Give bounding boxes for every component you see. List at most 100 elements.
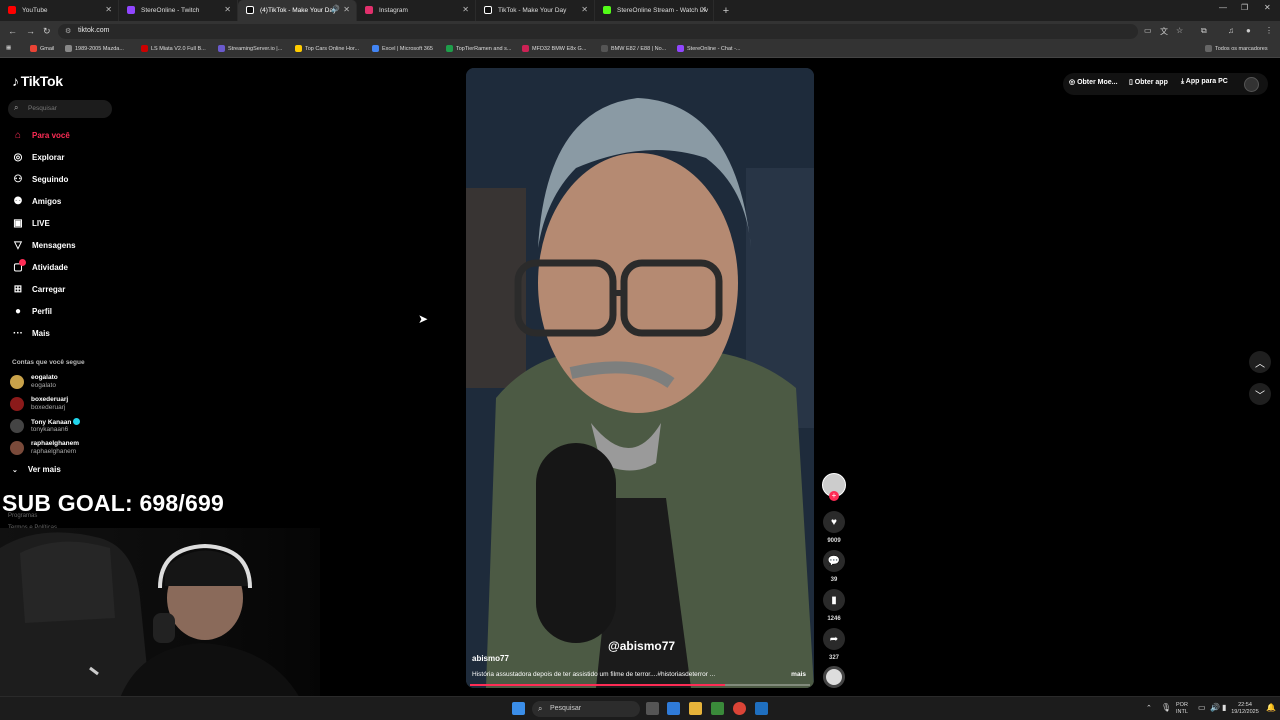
like-button[interactable]: ♥ 9009 <box>822 511 846 544</box>
next-video-button[interactable]: ﹀ <box>1249 383 1271 405</box>
forward-icon[interactable]: → <box>26 26 35 36</box>
get-app-button[interactable]: ▯ Obter app <box>1129 78 1168 86</box>
volume-icon[interactable]: 🔊 <box>1210 704 1220 712</box>
notifications-icon[interactable]: 🔔 <box>1266 704 1276 712</box>
nav-item-for-you[interactable]: ⌂ Para você <box>10 127 70 143</box>
see-more-label: Ver mais <box>27 465 61 474</box>
previous-video-button[interactable]: ︿ <box>1249 351 1271 373</box>
menu-icon[interactable]: ⋮ <box>1265 26 1273 35</box>
close-tab-icon[interactable]: ✕ <box>462 5 469 14</box>
site-info-icon[interactable]: ⚙ <box>65 27 71 35</box>
nav-item-following[interactable]: ⚇ Seguindo <box>10 171 69 187</box>
tab-twitch[interactable]: StereOnline - Twitch ✕ <box>119 0 238 21</box>
account-name: Tony Kanaan <box>31 419 72 426</box>
restore-icon[interactable]: ❐ <box>1241 3 1248 12</box>
reload-icon[interactable]: ↻ <box>43 26 51 37</box>
get-coins-button[interactable]: ◎ Obter Moe... <box>1069 78 1118 86</box>
tray-chevron-icon[interactable]: ⌃ <box>1146 705 1152 712</box>
back-icon[interactable]: ← <box>8 26 17 36</box>
video-author[interactable]: abismo77 <box>472 654 509 663</box>
microphone-icon[interactable]: 🎙 <box>1161 704 1171 712</box>
notepad-icon[interactable] <box>755 702 768 715</box>
pc-app-label: App para PC <box>1185 78 1228 85</box>
close-window-icon[interactable]: ✕ <box>1264 3 1271 12</box>
taskbar-search[interactable]: ⌕ Pesquisar <box>532 701 640 717</box>
bookmark-topcars[interactable]: Top Cars Online Hor... <box>295 45 359 52</box>
user-avatar[interactable] <box>1244 77 1259 92</box>
nav-item-more[interactable]: ··· Mais <box>10 325 50 341</box>
bookmark-bmw[interactable]: BMW E82 / E88 | No... <box>601 45 666 52</box>
nav-item-upload[interactable]: ⊞ Carregar <box>10 281 66 297</box>
bookmark-ramen[interactable]: TopTierRamen and s... <box>446 45 511 52</box>
file-explorer-icon[interactable] <box>689 702 702 715</box>
tab-youtube[interactable]: YouTube ✕ <box>0 0 119 21</box>
close-tab-icon[interactable]: ✕ <box>343 5 350 14</box>
followed-account[interactable]: eogalato eogalato <box>10 372 130 392</box>
language-indicator[interactable]: POR INTL <box>1176 702 1188 716</box>
nav-item-explore[interactable]: ◎ Explorar <box>10 149 65 165</box>
caption-more-button[interactable]: mais <box>791 671 806 678</box>
notification-badge <box>19 259 26 266</box>
followed-account[interactable]: Tony Kanaan tonykanaan6 <box>10 416 130 436</box>
tiktok-logo[interactable]: ♪ TikTok <box>12 73 63 89</box>
bookmark-miata[interactable]: LS Miata V2.0 Full B... <box>141 45 206 52</box>
all-bookmarks[interactable]: Todos os marcadores <box>1205 45 1268 52</box>
bookmark-label: BMW E82 / E88 | No... <box>611 45 667 52</box>
profile-icon[interactable]: ● <box>1246 26 1251 35</box>
bookmark-streaming[interactable]: StreamingServer.io |... <box>218 45 282 52</box>
pc-app-button[interactable]: ⤓ App para PC <box>1181 78 1228 86</box>
nav-item-messages[interactable]: ▽ Mensagens <box>10 237 76 253</box>
follow-plus-icon[interactable]: + <box>829 491 839 501</box>
close-tab-icon[interactable]: ✕ <box>700 5 707 14</box>
tab-instagram[interactable]: Instagram ✕ <box>357 0 476 21</box>
close-tab-icon[interactable]: ✕ <box>581 5 588 14</box>
url-field[interactable]: ⚙ tiktok.com <box>58 24 1138 39</box>
windows-start-icon[interactable] <box>512 702 525 715</box>
chevron-down-icon: ﹀ <box>1255 390 1265 402</box>
extensions-icon[interactable]: ⧉ <box>1201 26 1207 36</box>
apps-icon[interactable]: ▦ <box>6 45 11 51</box>
music-disc-icon[interactable] <box>823 666 845 688</box>
star-icon[interactable]: ☆ <box>1176 26 1183 35</box>
video-player[interactable]: @abismo77 abismo77 História assustadora … <box>466 68 814 688</box>
see-more-button[interactable]: ⌄ Ver mais <box>12 465 61 474</box>
media-icon[interactable]: ♫ <box>1228 26 1234 35</box>
nav-item-friends[interactable]: ⚉ Amigos <box>10 193 62 209</box>
network-icon[interactable]: ▭ <box>1198 704 1206 712</box>
task-view-icon[interactable] <box>646 702 659 715</box>
followed-account[interactable]: raphaelghanem raphaelghanem <box>10 438 130 458</box>
store-icon[interactable] <box>711 702 724 715</box>
tab-kick[interactable]: StereOnline Stream - Watch Liv ✕ <box>595 0 714 21</box>
new-tab-button[interactable]: + <box>718 5 734 17</box>
clock[interactable]: 22:54 19/12/2025 <box>1228 702 1262 716</box>
share-button[interactable]: ➦ 327 <box>822 628 846 661</box>
bookmark-gmail[interactable]: Gmail <box>30 45 54 52</box>
nav-label: Mensagens <box>32 240 76 250</box>
lang-top: POR <box>1176 702 1188 708</box>
comment-button[interactable]: 💬 39 <box>822 550 846 583</box>
tab-tiktok[interactable]: TikTok - Make Your Day ✕ <box>476 0 595 21</box>
bookmark-mfd32[interactable]: MFD32 BMW E8x G... <box>522 45 586 52</box>
speaker-icon[interactable]: 🔊 <box>331 5 340 13</box>
account-name: eogalato <box>31 374 58 381</box>
save-button[interactable]: ▮ 1246 <box>822 589 846 622</box>
friends-icon: ⚉ <box>13 195 23 207</box>
bookmark-excel[interactable]: Excel | Microsoft 365 <box>372 45 433 52</box>
search-input[interactable]: ⌕ Pesquisar <box>8 100 112 118</box>
chrome-icon[interactable] <box>733 702 746 715</box>
copilot-icon[interactable] <box>667 702 680 715</box>
translate-icon[interactable]: 文 <box>1160 26 1168 37</box>
folder-icon <box>1205 45 1212 52</box>
nav-item-live[interactable]: ▣ LIVE <box>10 215 50 231</box>
bookmark-mazda[interactable]: 1989-2005 Mazda... <box>65 45 124 52</box>
tab-tiktok-active[interactable]: (4)TikTok - Make Your Day 🔊 ✕ <box>238 0 357 21</box>
close-tab-icon[interactable]: ✕ <box>224 5 231 14</box>
nav-item-profile[interactable]: ● Perfil <box>10 303 52 319</box>
account-name: boxederuarj <box>31 396 69 403</box>
battery-icon[interactable]: ▮ <box>1222 704 1226 712</box>
close-tab-icon[interactable]: ✕ <box>105 5 112 14</box>
minimize-icon[interactable]: — <box>1219 3 1227 12</box>
cast-icon[interactable]: ▭ <box>1144 26 1152 35</box>
bookmark-chat[interactable]: StereOnline - Chat -... <box>677 45 741 52</box>
followed-account[interactable]: boxederuarj boxederuarj <box>10 394 130 414</box>
